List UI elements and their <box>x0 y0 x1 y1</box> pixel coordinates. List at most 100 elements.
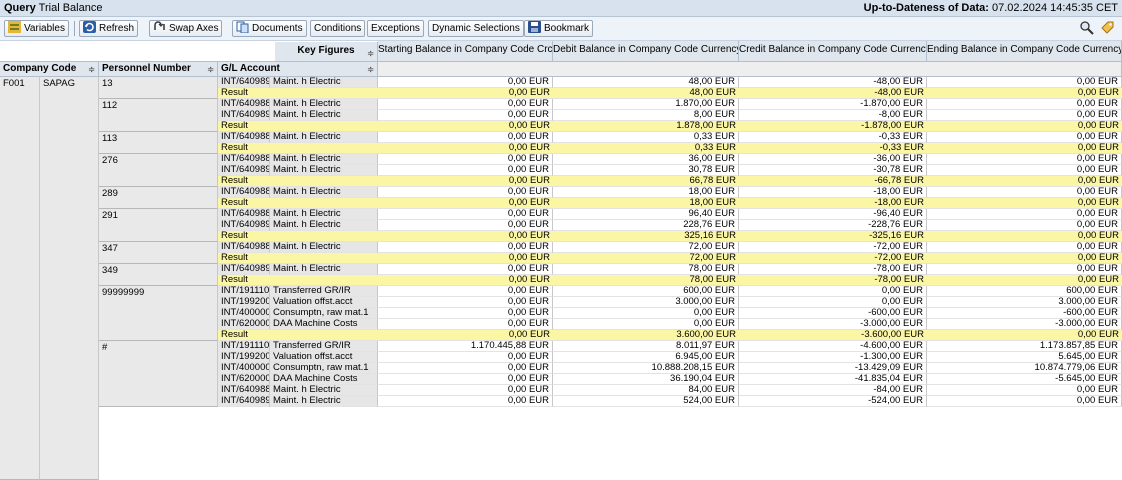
personnel-number-cell[interactable]: 13 <box>99 77 218 99</box>
ending-balance-cell: 5.645,00 EUR <box>927 352 1122 363</box>
gl-account-cell[interactable]: INT/640989 <box>218 110 270 121</box>
gl-account-cell[interactable]: INT/199200 <box>218 297 270 308</box>
personnel-number-cell[interactable]: 289 <box>99 187 218 209</box>
gl-account-cell[interactable]: INT/640988 <box>218 385 270 396</box>
result-label: Result <box>218 231 378 242</box>
gl-account-cell[interactable]: INT/400000 <box>218 363 270 374</box>
starting-balance-cell: 0,00 EUR <box>378 308 553 319</box>
gl-account-desc-cell: Maint. h Electric <box>270 385 378 396</box>
starting-balance-cell: 0,00 EUR <box>378 165 553 176</box>
credit-balance-header[interactable]: Credit Balance in Company Code Currency <box>739 41 927 62</box>
debit-balance-cell: 6.945,00 EUR <box>553 352 739 363</box>
documents-button[interactable]: Documents <box>232 20 307 37</box>
debit-balance-cell: 18,00 EUR <box>553 198 739 209</box>
result-label: Result <box>218 121 378 132</box>
credit-balance-cell: -66,78 EUR <box>739 176 927 187</box>
ending-balance-cell: 0,00 EUR <box>927 165 1122 176</box>
sort-icon: ≑ <box>88 65 95 74</box>
gl-account-desc-cell: Maint. h Electric <box>270 132 378 143</box>
gl-account-cell[interactable]: INT/640988 <box>218 154 270 165</box>
debit-balance-cell: 78,00 EUR <box>553 264 739 275</box>
ending-balance-cell: 0,00 EUR <box>927 396 1122 407</box>
gl-account-cell[interactable]: INT/640989 <box>218 165 270 176</box>
bookmark-button[interactable]: Bookmark <box>524 20 594 37</box>
debit-balance-cell: 8,00 EUR <box>553 110 739 121</box>
gl-account-desc-cell: Maint. h Electric <box>270 187 378 198</box>
debit-balance-cell: 0,33 EUR <box>553 143 739 154</box>
key-figures-header[interactable]: Key Figures ≑ <box>275 42 378 62</box>
gl-account-cell[interactable]: INT/640988 <box>218 209 270 220</box>
dynamic-selections-button[interactable]: Dynamic Selections <box>428 20 524 37</box>
gl-account-cell[interactable]: INT/640988 <box>218 99 270 110</box>
gl-account-cell[interactable]: INT/199200 <box>218 352 270 363</box>
personnel-number-cell[interactable]: 276 <box>99 154 218 187</box>
result-label: Result <box>218 275 378 286</box>
conditions-label: Conditions <box>314 23 362 34</box>
starting-balance-cell: 0,00 EUR <box>378 242 553 253</box>
conditions-button[interactable]: Conditions <box>310 20 366 37</box>
ending-balance-header[interactable]: Ending Balance in Company Code Currency <box>927 41 1122 62</box>
debit-balance-cell: 30,78 EUR <box>553 165 739 176</box>
ending-balance-cell: 0,00 EUR <box>927 209 1122 220</box>
swap-axes-button[interactable]: Swap Axes <box>149 20 223 37</box>
ending-balance-cell: 0,00 EUR <box>927 330 1122 341</box>
gl-account-cell[interactable]: INT/620000 <box>218 374 270 385</box>
credit-balance-cell: -84,00 EUR <box>739 385 927 396</box>
personnel-number-header[interactable]: Personnel Number ≑ <box>99 62 218 77</box>
ending-balance-cell: 10.874.779,06 EUR <box>927 363 1122 374</box>
debit-balance-cell: 0,00 EUR <box>553 308 739 319</box>
sort-icon: ≑ <box>207 65 214 74</box>
ending-balance-label: Ending Balance in Company Code Currency <box>927 44 1122 55</box>
exceptions-label: Exceptions <box>371 23 420 34</box>
debit-balance-header[interactable]: Debit Balance in Company Code Currency <box>553 41 739 62</box>
magnifier-tool-icon[interactable] <box>1079 20 1097 37</box>
company-name-cell: SAPAG <box>40 77 99 480</box>
gl-account-cell[interactable]: INT/640989 <box>218 264 270 275</box>
ending-balance-cell: 0,00 EUR <box>927 99 1122 110</box>
gl-account-cell[interactable]: INT/640988 <box>218 187 270 198</box>
personnel-number-cell[interactable]: 112 <box>99 99 218 132</box>
starting-balance-cell: 0,00 EUR <box>378 99 553 110</box>
gl-account-cell[interactable]: INT/191110 <box>218 341 270 352</box>
personnel-number-cell[interactable]: 349 <box>99 264 218 286</box>
gl-account-desc-cell: Maint. h Electric <box>270 99 378 110</box>
gl-account-desc-cell: Transferred GR/IR <box>270 286 378 297</box>
gl-account-cell[interactable]: INT/640989 <box>218 396 270 407</box>
exceptions-button[interactable]: Exceptions <box>367 20 424 37</box>
gl-account-cell[interactable]: INT/620000 <box>218 319 270 330</box>
title-bar: Query Trial Balance Up-to-Dateness of Da… <box>0 0 1122 17</box>
company-code-header[interactable]: Company Code ≑ <box>0 62 99 77</box>
gl-account-desc-cell: Maint. h Electric <box>270 209 378 220</box>
personnel-number-cell[interactable]: # <box>99 341 218 407</box>
credit-balance-cell: 0,00 EUR <box>739 297 927 308</box>
gl-account-cell[interactable]: INT/640989 <box>218 77 270 88</box>
gl-account-cell[interactable]: INT/191110 <box>218 286 270 297</box>
debit-balance-cell: 524,00 EUR <box>553 396 739 407</box>
starting-balance-cell: 0,00 EUR <box>378 187 553 198</box>
personnel-number-cell[interactable]: 113 <box>99 132 218 154</box>
tag-tool-icon[interactable] <box>1100 20 1118 37</box>
gl-account-cell[interactable]: INT/640988 <box>218 132 270 143</box>
starting-balance-cell: 0,00 EUR <box>378 275 553 286</box>
credit-balance-cell: -1.870,00 EUR <box>739 99 927 110</box>
starting-balance-cell: 1.170.445,88 EUR <box>378 341 553 352</box>
credit-balance-cell: -3.000,00 EUR <box>739 319 927 330</box>
refresh-button[interactable]: Refresh <box>79 20 139 37</box>
uptodate-value: 07.02.2024 14:45:35 CET <box>992 2 1118 14</box>
variables-button[interactable]: Variables <box>4 20 69 37</box>
gl-account-cell[interactable]: INT/640988 <box>218 242 270 253</box>
credit-balance-cell: -30,78 EUR <box>739 165 927 176</box>
ending-balance-cell: 0,00 EUR <box>927 264 1122 275</box>
personnel-number-cell[interactable]: 99999999 <box>99 286 218 341</box>
gl-account-cell[interactable]: INT/640989 <box>218 220 270 231</box>
starting-balance-header[interactable]: Starting Balance in Company Code Crcy <box>378 41 553 62</box>
company-code-label: Company Code <box>3 63 77 74</box>
credit-balance-cell: -78,00 EUR <box>739 264 927 275</box>
gl-account-cell[interactable]: INT/400000 <box>218 308 270 319</box>
personnel-number-cell[interactable]: 291 <box>99 209 218 242</box>
debit-balance-cell: 228,76 EUR <box>553 220 739 231</box>
personnel-number-cell[interactable]: 347 <box>99 242 218 264</box>
gl-account-header[interactable]: G/L Account ≑ <box>218 62 378 77</box>
credit-balance-cell: -325,16 EUR <box>739 231 927 242</box>
debit-balance-cell: 48,00 EUR <box>553 77 739 88</box>
